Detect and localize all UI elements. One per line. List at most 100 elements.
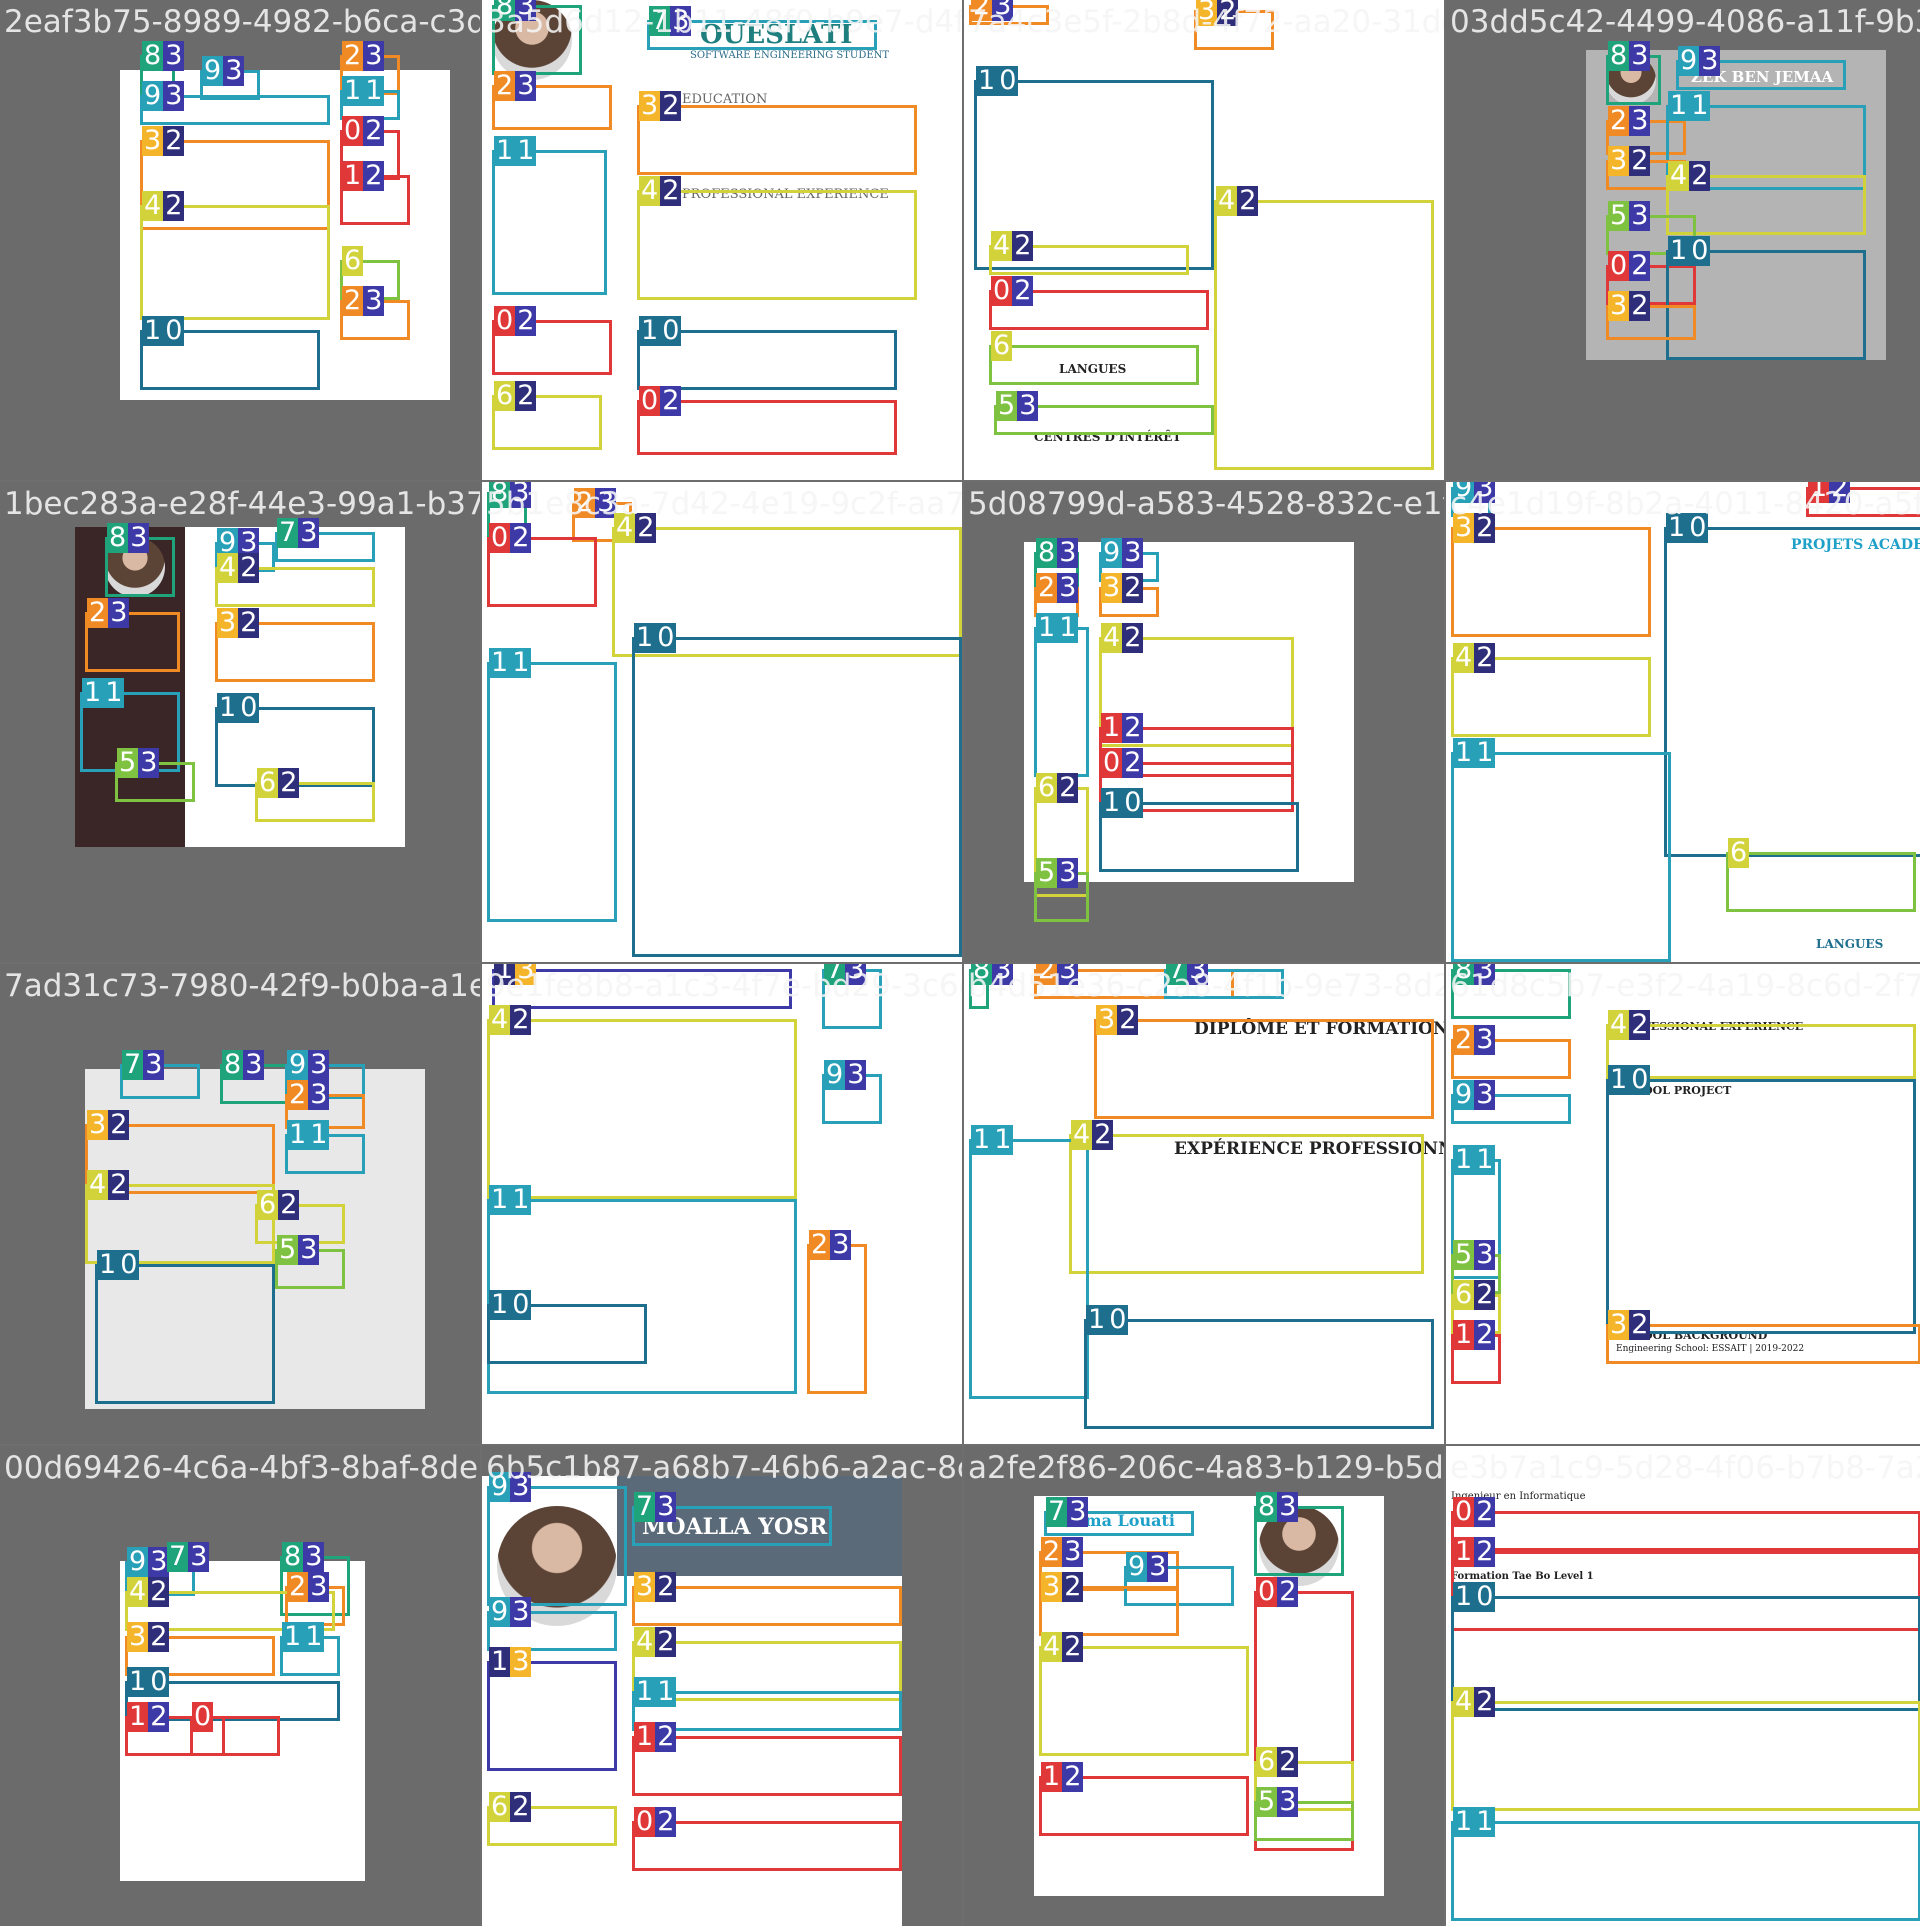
region-label-digit: 5 [277, 1234, 299, 1265]
region-label: 10 [1086, 1304, 1129, 1335]
region-label-digit: 3 [1067, 1496, 1089, 1527]
image-tile: 7ad31c73-7980-42f9-b0ba-a1e8f4c2d9b7.jpg… [0, 964, 480, 1444]
image-tile: 03dd5c42-4499-4086-a11f-9b3e1c2f0d8a.jpg… [1446, 0, 1920, 480]
region-label-digit: 0 [1107, 1304, 1129, 1335]
region-label: 6 [1728, 838, 1750, 868]
region-label-digit: 1 [1474, 1806, 1496, 1837]
region-box [1214, 200, 1434, 470]
region-box [1606, 1024, 1916, 1079]
region-label-digit: 6 [494, 380, 516, 411]
region-label-digit: 2 [510, 1791, 532, 1822]
region-label: 23 [494, 70, 537, 101]
region-label-digit: 0 [1453, 1496, 1475, 1527]
region-label-digit: 0 [1101, 747, 1123, 778]
region-label-digit: 2 [1474, 1319, 1496, 1350]
region-label-digit: 7 [122, 1049, 144, 1080]
region-label-digit: 2 [1277, 1746, 1299, 1777]
region-label: 42 [1071, 1119, 1114, 1150]
region-label-digit: 0 [997, 65, 1019, 96]
region-box [989, 345, 1199, 385]
region-label-digit: 0 [1689, 235, 1711, 266]
region-label-digit: 3 [1041, 1571, 1063, 1602]
region-box [1034, 627, 1089, 777]
tile-filename: 9e1fe8b8-a1c3-4f7e-bd29-3c6d8a5e1f40.jpg [486, 968, 962, 1004]
region-label: 73 [277, 518, 320, 548]
region-label-digit: 8 [282, 1541, 304, 1572]
image-tile: b4d51e36-c2a8-4f1b-9e73-8d2a6c5f1e09.jpg… [964, 964, 1444, 1444]
region-label-digit: 0 [489, 522, 511, 553]
region-label: 83 [282, 1541, 325, 1572]
region-label: 10 [976, 65, 1019, 96]
region-box [1451, 1511, 1920, 1551]
region-label-digit: 3 [845, 1059, 867, 1090]
region-label: 10 [639, 316, 682, 346]
region-label-digit: 0 [655, 622, 677, 653]
region-label-digit: 5 [1608, 200, 1630, 231]
region-label-digit: 0 [192, 1701, 214, 1732]
region-label-digit: 4 [1041, 1631, 1063, 1662]
region-label-digit: 1 [494, 135, 516, 166]
region-label: 62 [489, 1791, 532, 1822]
region-label-digit: 2 [1057, 772, 1079, 803]
region-label-digit: 3 [363, 285, 385, 316]
region-label: 62 [1453, 1280, 1496, 1310]
region-label-digit: 4 [1668, 160, 1690, 191]
region-label: 02 [634, 1807, 677, 1837]
region-label-digit: 2 [1453, 1024, 1475, 1055]
region-label-digit: 8 [222, 1049, 244, 1080]
region-label-digit: 0 [118, 1249, 140, 1280]
region-box [1084, 1319, 1434, 1429]
region-label-digit: 1 [1036, 612, 1058, 643]
region-label: 42 [1608, 1010, 1651, 1040]
region-label-digit: 1 [634, 622, 656, 653]
region-label-digit: 2 [515, 305, 537, 336]
region-label-digit: 4 [1071, 1119, 1093, 1150]
region-label-digit: 6 [991, 330, 1013, 361]
region-label-digit: 0 [163, 315, 185, 346]
region-box [140, 205, 330, 320]
region-label: 62 [257, 1190, 300, 1220]
region-label-digit: 3 [1062, 1536, 1084, 1567]
image-tile: 61d8c5b7-e3f2-4a19-8c6d-2f7b9a1e4d30.jpg… [1446, 964, 1920, 1444]
region-label: 11 [1668, 91, 1711, 121]
region-label-digit: 2 [163, 190, 185, 221]
region-label-digit: 8 [1608, 40, 1630, 71]
region-label-digit: 3 [142, 125, 164, 156]
region-label-digit: 2 [363, 115, 385, 146]
region-label-digit: 1 [287, 1119, 309, 1150]
region-label: 42 [639, 176, 682, 206]
region-label-digit: 1 [82, 677, 104, 708]
region-label-digit: 1 [1668, 235, 1690, 266]
region-label: 10 [1453, 1582, 1496, 1612]
region-label: 23 [1041, 1536, 1084, 1567]
region-label-digit: 1 [1453, 1806, 1475, 1837]
region-label-digit: 3 [515, 70, 537, 101]
region-label-digit: 4 [1453, 1686, 1475, 1717]
region-label: 62 [257, 768, 300, 798]
region-label: 0 [192, 1701, 214, 1732]
region-label: 02 [1453, 1496, 1496, 1527]
region-label-digit: 4 [142, 190, 164, 221]
region-label-digit: 3 [830, 1229, 852, 1260]
region-label: 83 [1036, 537, 1079, 568]
region-label-digit: 0 [1256, 1576, 1278, 1607]
region-box [487, 662, 617, 922]
region-label: 42 [991, 231, 1034, 261]
region-label-digit: 2 [1474, 1686, 1496, 1717]
tile-filename: 5d08799d-a583-4528-832c-e1f9a3b7c6d4.jpg [968, 486, 1444, 522]
region-label-digit: 0 [991, 275, 1013, 306]
region-label: 83 [222, 1049, 265, 1080]
region-label-digit: 1 [976, 65, 998, 96]
region-label-digit: 8 [1036, 537, 1058, 568]
tile-filename: 3a5d6d12-1b11-48f0-b9e7-d4f8e1c2a4b3.jpg [486, 4, 962, 40]
region-label: 23 [1453, 1024, 1496, 1055]
region-label: 42 [1453, 1686, 1496, 1717]
region-label-digit: 9 [287, 1049, 309, 1080]
image-tile: 00d69426-4c6a-4bf3-8baf-8de5c1a3b7f2.jpg… [0, 1446, 480, 1926]
region-label-digit: 9 [127, 1546, 149, 1577]
region-label: 83 [142, 41, 185, 71]
image-tile: 1bec283a-e28f-44e3-99a1-b37a6d1f0c22.jpg… [0, 482, 480, 962]
region-label: 42 [217, 553, 260, 583]
tile-filename: 03dd5c42-4499-4086-a11f-9b3e1c2f0d8a.jpg [1450, 4, 1920, 40]
region-label-digit: 3 [639, 90, 661, 121]
